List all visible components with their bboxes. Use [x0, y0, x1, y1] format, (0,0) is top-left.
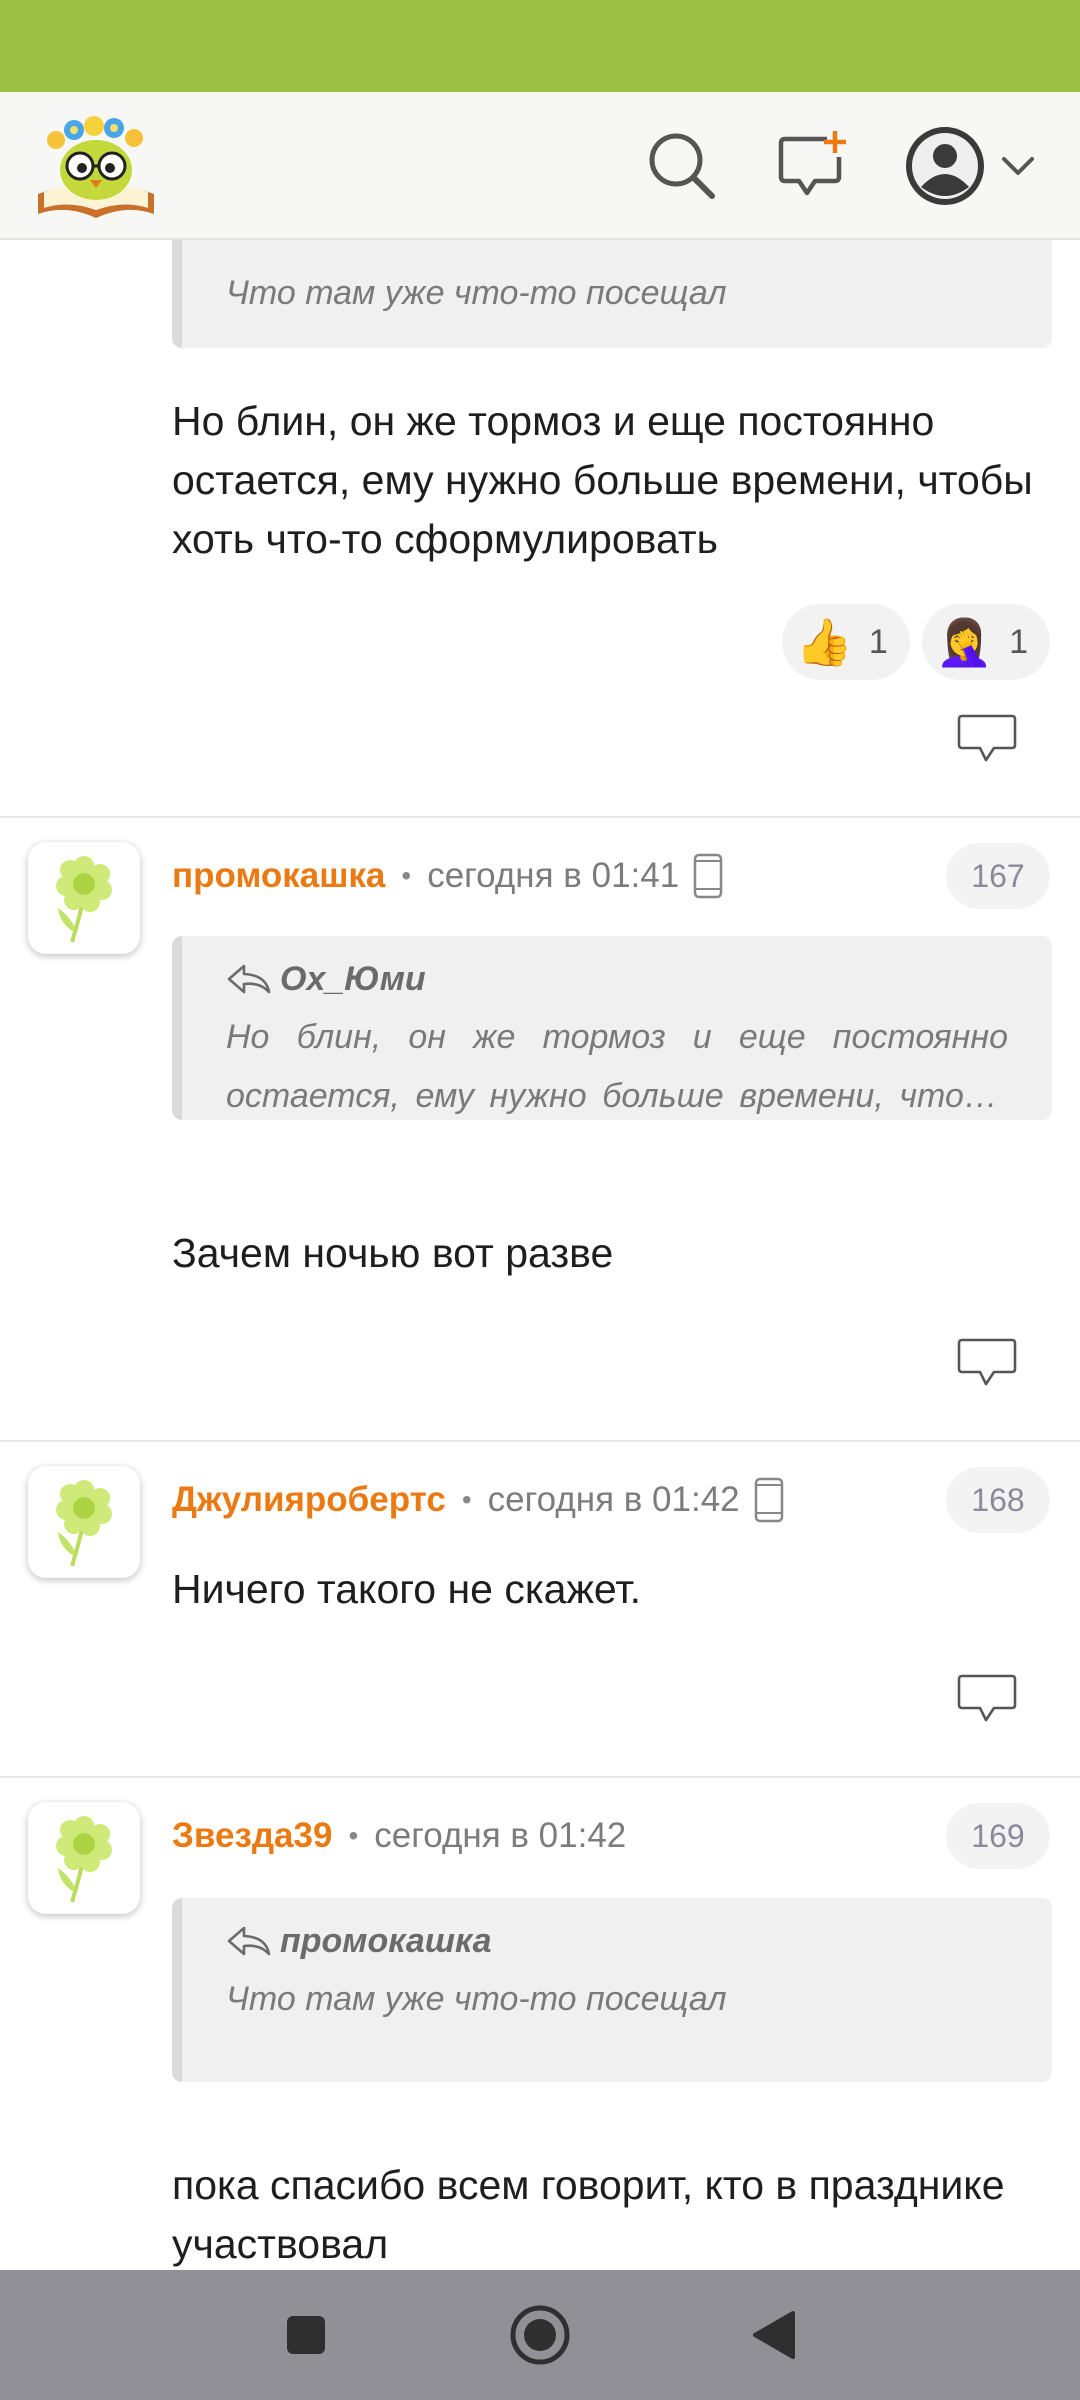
- app-header: [0, 92, 1080, 240]
- facepalm-icon: 🤦‍♀️: [935, 615, 994, 668]
- system-navigation-bar: [0, 2270, 1080, 2400]
- avatar[interactable]: [28, 842, 140, 954]
- flower-icon: [56, 1480, 112, 1567]
- comment-meta: Джулияробертс • сегодня в 01:42: [172, 1470, 784, 1530]
- divider: [0, 1776, 1080, 1778]
- mobile-device-icon: [693, 853, 723, 899]
- separator-dot: •: [401, 860, 412, 891]
- avatar[interactable]: [28, 1466, 140, 1578]
- owl-on-book-logo[interactable]: [34, 110, 158, 224]
- square-icon: [287, 2316, 325, 2354]
- author-link[interactable]: промокашка: [172, 856, 385, 896]
- thumbs-up-icon: 👍: [795, 615, 853, 668]
- reaction-count: 1: [1009, 622, 1028, 661]
- comment-text: пока спасибо всем говорит, кто в праздни…: [172, 2162, 1005, 2267]
- reactions: 👍 1 🤦‍♀️ 1: [781, 604, 1050, 680]
- flower-icon: [56, 1816, 112, 1903]
- comment-text: Но блин, он же тормоз и еще постоянно ос…: [172, 398, 1033, 562]
- quote-block: Что там уже что-то посещал: [172, 240, 1052, 348]
- comment-text: Ничего такого не скажет.: [172, 1566, 641, 1612]
- comment-text: Зачем ночью вот разве: [172, 1230, 614, 1276]
- comment-meta: Звезда39 • сегодня в 01:42: [172, 1806, 626, 1866]
- reply-icon[interactable]: [956, 1672, 1018, 1726]
- new-message-icon: [778, 131, 846, 196]
- reaction-facepalm[interactable]: 🤦‍♀️ 1: [921, 604, 1050, 680]
- home-circle-icon: [510, 2305, 570, 2365]
- comments-feed[interactable]: Что там уже что-то посещал Но блин, он ж…: [0, 240, 1080, 2270]
- status-bar: [0, 0, 1080, 92]
- mobile-device-icon: [754, 1477, 783, 1523]
- avatar-icon: [906, 127, 984, 205]
- divider: [0, 816, 1080, 818]
- divider: [0, 1440, 1080, 1442]
- reply-icon[interactable]: [956, 712, 1018, 766]
- timestamp: сегодня в 01:42: [487, 1480, 740, 1519]
- search-button[interactable]: [642, 126, 722, 206]
- reaction-count: 1: [868, 622, 888, 661]
- quote-author[interactable]: Ох_Юми: [226, 950, 1008, 1008]
- flower-icon: [56, 856, 112, 943]
- comment-meta: промокашка • сегодня в 01:41: [172, 846, 723, 906]
- quote-block: Ох_Юми Но блин, он же тормоз и еще посто…: [172, 936, 1052, 1120]
- reply-icon[interactable]: [956, 1336, 1018, 1390]
- quote-block: промокашка Что там уже что-то посещал: [172, 1898, 1052, 2082]
- author-link[interactable]: Звезда39: [172, 1816, 332, 1856]
- reaction-thumbs-up[interactable]: 👍 1: [781, 604, 910, 680]
- comment-number-badge[interactable]: 169: [946, 1803, 1050, 1869]
- home-button[interactable]: [502, 2297, 578, 2373]
- new-message-button[interactable]: [774, 126, 854, 206]
- author-link[interactable]: Джулияробертс: [172, 1480, 446, 1520]
- chevron-down-icon: [1002, 157, 1034, 175]
- comment-number-badge[interactable]: 167: [946, 843, 1050, 909]
- recents-button[interactable]: [268, 2297, 344, 2373]
- comment-number-badge[interactable]: 168: [946, 1467, 1050, 1533]
- quote-text: Но блин, он же тормоз и еще постоянно ос…: [226, 1018, 1008, 1115]
- back-button[interactable]: [736, 2297, 812, 2373]
- timestamp: сегодня в 01:41: [427, 856, 680, 895]
- profile-menu-button[interactable]: [896, 120, 1046, 212]
- quote-text: Что там уже что-то посещал: [226, 274, 727, 312]
- separator-dot: •: [348, 1820, 359, 1851]
- separator-dot: •: [461, 1484, 472, 1515]
- back-triangle-icon: [753, 2311, 795, 2359]
- timestamp: сегодня в 01:42: [374, 1816, 627, 1855]
- reply-arrow-icon: [227, 1926, 271, 1956]
- quote-author[interactable]: промокашка: [226, 1912, 1008, 1970]
- reply-arrow-icon: [227, 964, 271, 994]
- avatar[interactable]: [28, 1802, 140, 1914]
- search-icon: [649, 133, 715, 199]
- quote-text: Что там уже что-то посещал: [226, 1980, 727, 2018]
